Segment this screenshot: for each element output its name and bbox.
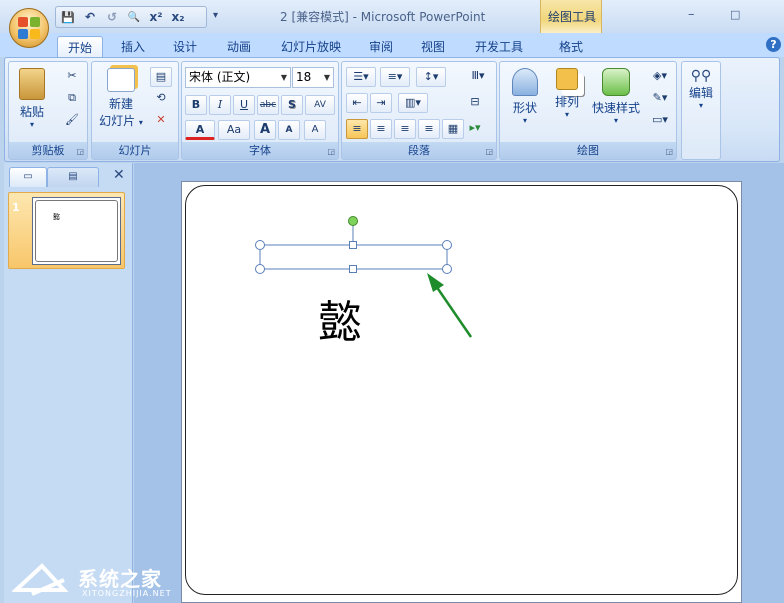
arrow-head-icon	[427, 273, 444, 292]
resize-handle[interactable]	[255, 240, 265, 250]
office-logo-icon	[18, 17, 40, 39]
office-button[interactable]	[9, 8, 49, 48]
resize-handle[interactable]	[349, 241, 357, 249]
annotation-arrow	[432, 282, 473, 338]
resize-handle[interactable]	[442, 264, 452, 274]
watermark-subtext: XITONGZHIJIA.NET	[82, 589, 172, 598]
rotation-handle[interactable]	[348, 216, 358, 226]
resize-handle[interactable]	[442, 240, 452, 250]
resize-handle[interactable]	[349, 265, 357, 273]
selection-overlay	[255, 216, 473, 338]
watermark-text: 系统之家	[78, 567, 162, 591]
slide-text-character[interactable]: 懿	[318, 301, 362, 345]
resize-handle[interactable]	[255, 264, 265, 274]
